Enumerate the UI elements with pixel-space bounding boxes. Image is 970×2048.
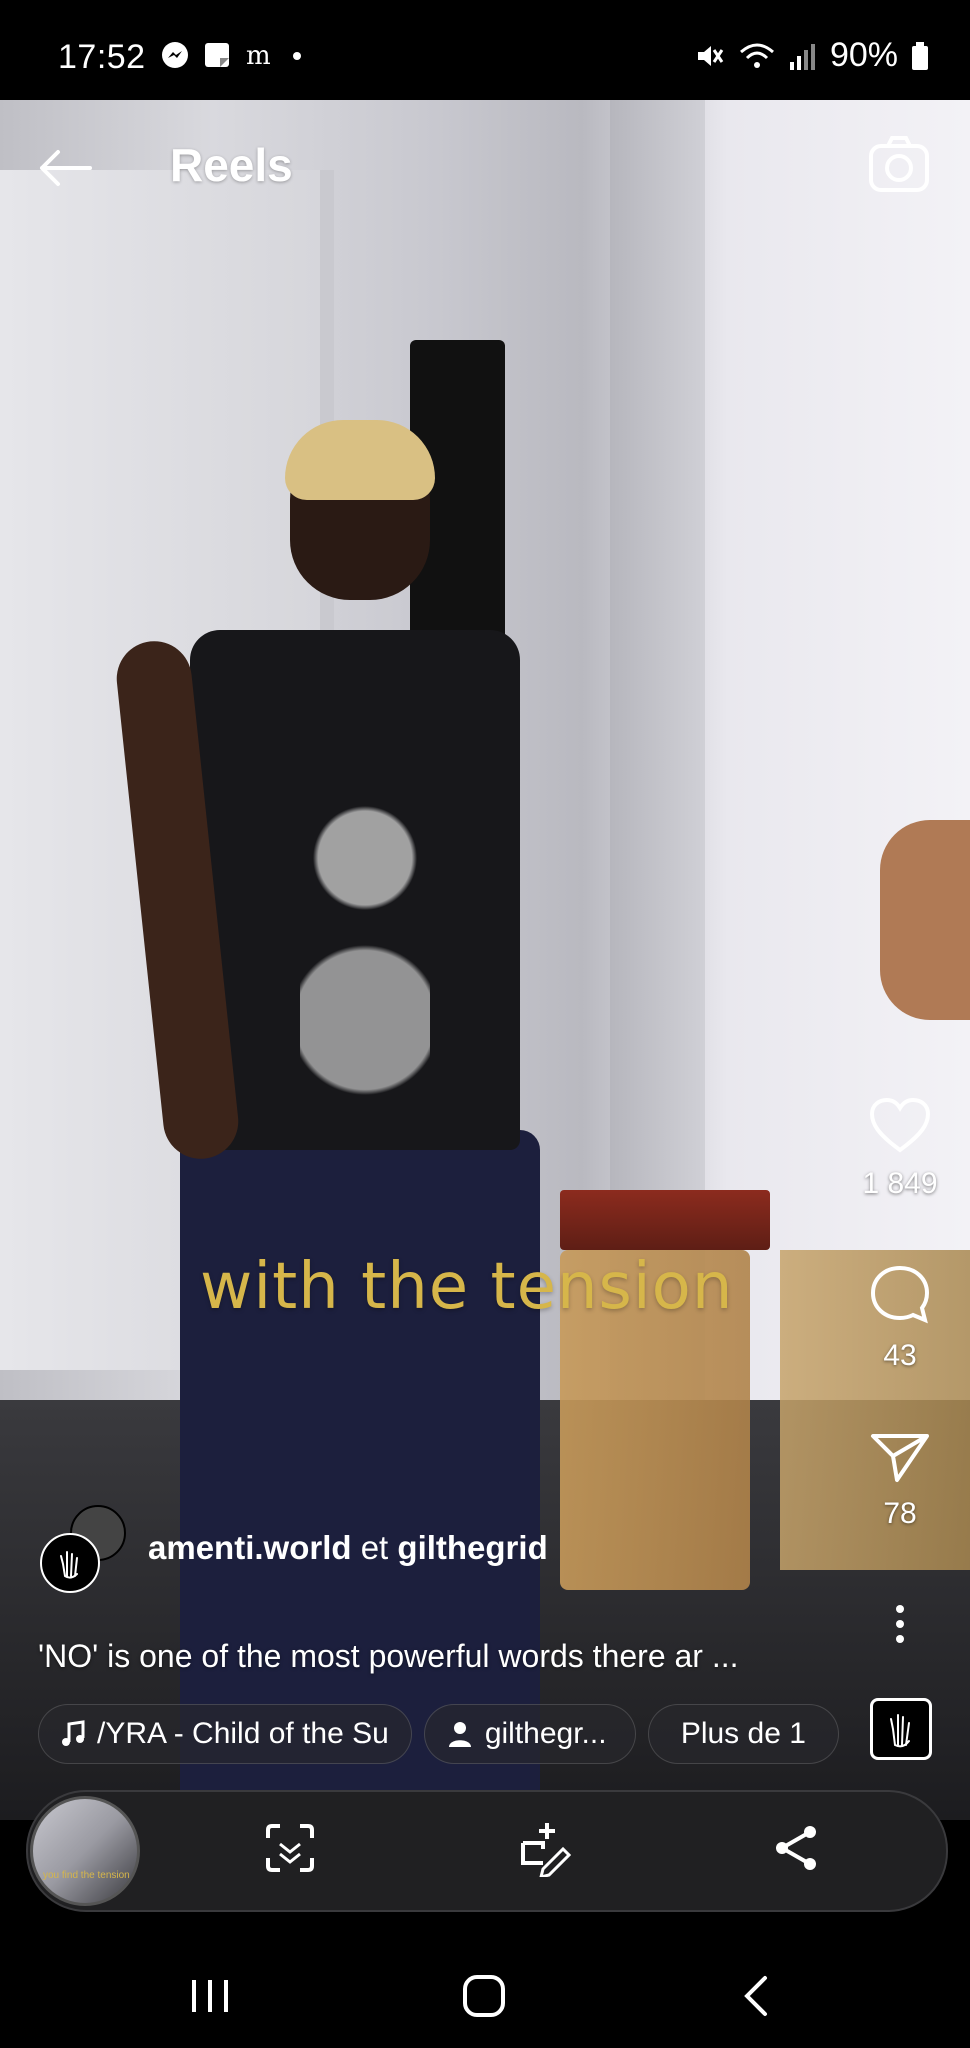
video-thumbnail[interactable]: you find the tension — [30, 1796, 140, 1906]
back-button[interactable] — [38, 140, 94, 196]
comment-count: 43 — [883, 1339, 917, 1372]
remix-button[interactable] — [512, 1818, 572, 1878]
audio-thumbnail[interactable] — [870, 1698, 932, 1760]
send-icon — [871, 1434, 929, 1482]
svg-text:m: m — [246, 41, 271, 70]
back-nav-button[interactable] — [726, 1970, 786, 2022]
messenger-icon — [162, 42, 188, 68]
scan-icon — [266, 1824, 314, 1872]
dot-icon — [293, 52, 301, 60]
remix-edit-icon — [521, 1823, 571, 1877]
shirt-print — [300, 750, 430, 1110]
signal-icon — [789, 43, 815, 70]
home-icon — [463, 1975, 505, 2017]
dancer-hair — [285, 420, 435, 500]
tag-chip-label: gilthegr... — [484, 1717, 607, 1750]
camera-icon — [869, 136, 929, 192]
share-count: 78 — [883, 1497, 917, 1530]
recent-apps-button[interactable] — [180, 1970, 240, 2022]
music-note-icon — [62, 1720, 85, 1746]
comment-action[interactable]: 43 — [840, 1262, 960, 1373]
thumbnail-caption: you find the tension — [43, 1870, 130, 1881]
author-secondary[interactable]: gilthegrid — [397, 1529, 547, 1566]
author-joiner: et — [360, 1528, 389, 1566]
person-arm-right-edge — [880, 820, 970, 1020]
chevron-left-icon — [744, 1976, 767, 2016]
more-tags-chip[interactable]: Plus de 1 — [647, 1704, 839, 1764]
person-icon — [448, 1722, 471, 1747]
home-button[interactable] — [454, 1970, 514, 2022]
wifi-icon — [739, 43, 774, 68]
notes-icon — [205, 43, 229, 67]
tag-chip[interactable]: gilthegr... — [423, 1704, 636, 1764]
video-caption-overlay: with the tension — [200, 1250, 734, 1324]
author-row[interactable]: amenti.world et gilthegrid — [40, 1505, 548, 1593]
author-avatars[interactable] — [40, 1505, 130, 1593]
status-bar: 17:52 m 90% — [0, 0, 970, 100]
hand-icon — [890, 1714, 910, 1748]
notification-icons: m — [160, 40, 304, 70]
more-options-button[interactable] — [840, 1604, 960, 1649]
audio-mixer — [560, 1190, 770, 1250]
status-right: 90% — [694, 36, 930, 75]
recent-apps-icon — [192, 1980, 228, 2012]
scan-button[interactable] — [260, 1818, 320, 1878]
arrow-left-icon — [40, 150, 92, 186]
like-action[interactable]: 1 849 — [840, 1096, 960, 1201]
share-icon — [776, 1826, 816, 1870]
mute-icon — [697, 45, 724, 66]
author-names[interactable]: amenti.world et gilthegrid — [148, 1529, 548, 1567]
hand-icon — [60, 1551, 78, 1579]
more-vertical-icon — [896, 1605, 904, 1643]
share-button[interactable] — [766, 1818, 826, 1878]
camera-button[interactable] — [866, 132, 932, 198]
music-chip[interactable]: /YRA - Child of the Su — [38, 1704, 412, 1764]
author-primary[interactable]: amenti.world — [148, 1529, 352, 1566]
avatar-amenti[interactable] — [40, 1533, 100, 1593]
battery-percent: 90% — [829, 36, 898, 74]
post-description[interactable]: 'NO' is one of the most powerful words t… — [38, 1638, 739, 1675]
status-time: 17:52 — [58, 38, 146, 76]
heart-icon — [869, 1097, 931, 1153]
info-chips: /YRA - Child of the Su gilthegr... Plus … — [38, 1704, 839, 1764]
like-count: 1 849 — [862, 1167, 938, 1200]
dancer-figure — [113, 420, 580, 1820]
music-chip-label: /YRA - Child of the Su — [97, 1717, 389, 1750]
battery-icon — [912, 41, 928, 70]
comment-icon — [870, 1265, 930, 1324]
medium-icon: m — [246, 41, 271, 70]
more-tags-label: Plus de 1 — [680, 1717, 806, 1750]
share-action[interactable]: 78 — [840, 1430, 960, 1531]
page-title: Reels — [170, 139, 293, 191]
